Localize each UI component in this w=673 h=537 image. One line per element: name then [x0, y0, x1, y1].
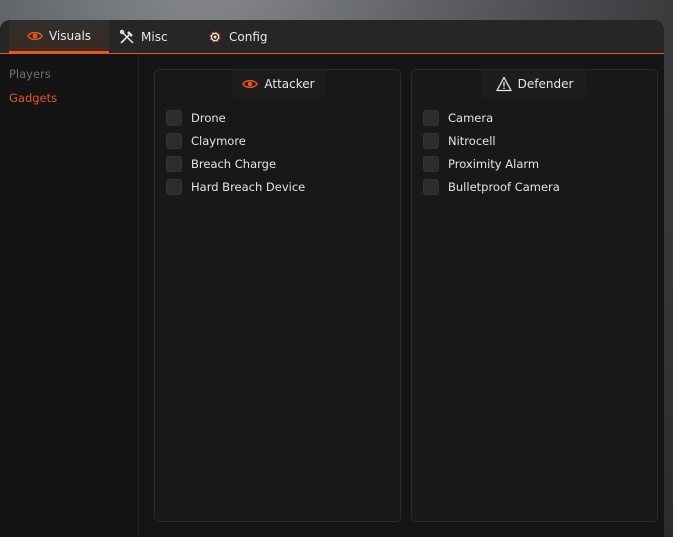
checkbox[interactable] [423, 133, 439, 149]
option-camera[interactable]: Camera [423, 109, 493, 127]
eye-icon [27, 28, 43, 44]
main-content: Attacker Drone Claymore Breach Charge Ha… [139, 54, 664, 537]
checkbox[interactable] [166, 179, 182, 195]
checkbox[interactable] [423, 179, 439, 195]
option-nitrocell[interactable]: Nitrocell [423, 132, 496, 150]
defender-panel-header: Defender [482, 70, 587, 98]
warning-icon [495, 76, 512, 92]
sidebar-item-gadgets[interactable]: Gadgets [9, 91, 57, 105]
sidebar: Players Gadgets [0, 54, 139, 537]
gear-icon [207, 29, 223, 45]
defender-title: Defender [517, 77, 574, 91]
app-window: Visuals Misc Config Players Gadgets Atta… [0, 20, 664, 537]
checkbox[interactable] [166, 156, 182, 172]
checkbox[interactable] [423, 156, 439, 172]
tools-icon [119, 29, 135, 45]
option-label: Drone [191, 111, 226, 125]
checkbox[interactable] [423, 110, 439, 126]
option-drone[interactable]: Drone [166, 109, 226, 127]
option-hard-breach-device[interactable]: Hard Breach Device [166, 178, 305, 196]
option-label: Hard Breach Device [191, 180, 306, 194]
option-proximity-alarm[interactable]: Proximity Alarm [423, 155, 539, 173]
option-breach-charge[interactable]: Breach Charge [166, 155, 276, 173]
option-label: Bulletproof Camera [448, 180, 560, 194]
option-bulletproof-camera[interactable]: Bulletproof Camera [423, 178, 560, 196]
sidebar-item-players[interactable]: Players [9, 67, 51, 81]
option-label: Breach Charge [191, 157, 277, 171]
tab-config-label: Config [229, 29, 268, 44]
attacker-title: Attacker [264, 77, 315, 91]
tab-misc-label: Misc [141, 29, 168, 44]
option-label: Camera [448, 111, 494, 125]
option-label: Claymore [191, 134, 246, 148]
tab-visuals-label: Visuals [48, 28, 92, 43]
tab-bar: Visuals Misc Config [0, 20, 664, 54]
option-claymore[interactable]: Claymore [166, 132, 246, 150]
attacker-panel-header: Attacker [232, 70, 325, 98]
checkbox[interactable] [166, 110, 182, 126]
tab-misc[interactable]: Misc [119, 20, 168, 53]
eye-icon [242, 76, 259, 92]
defender-panel: Defender Camera Nitrocell Proximity Alar… [411, 69, 658, 522]
tab-config[interactable]: Config [207, 20, 268, 53]
attacker-panel: Attacker Drone Claymore Breach Charge Ha… [154, 69, 401, 522]
option-label: Proximity Alarm [448, 157, 540, 171]
checkbox[interactable] [166, 133, 182, 149]
tab-visuals[interactable]: Visuals [9, 20, 109, 53]
option-label: Nitrocell [448, 134, 496, 148]
